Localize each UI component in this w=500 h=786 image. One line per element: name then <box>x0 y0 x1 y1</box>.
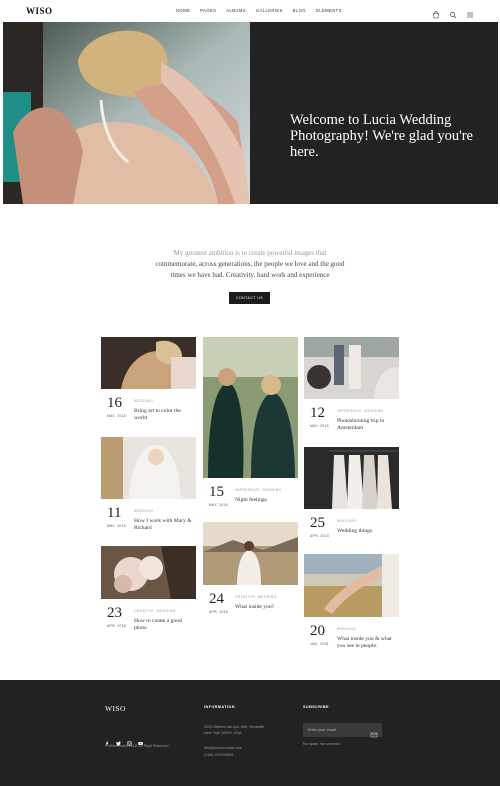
post-title[interactable]: What inside you & what you see in people… <box>337 636 397 650</box>
address-line-2: New York 10010, USA <box>204 731 242 735</box>
contact-us-button[interactable]: CONTACT US <box>229 292 270 304</box>
post-image[interactable] <box>101 546 196 599</box>
post-category[interactable]: CREATIVE, WEDDING <box>235 595 277 599</box>
post-day: 15 <box>209 484 224 500</box>
post-category[interactable]: WEDDING <box>337 627 356 631</box>
post-card[interactable]: 11 MAY, 2018 WEDDING How I work with Mar… <box>101 437 196 537</box>
post-month: APR, 2018 <box>310 534 330 538</box>
post-title[interactable]: Night feelings <box>235 497 293 504</box>
post-title[interactable]: Wedding things <box>337 528 397 535</box>
post-title[interactable]: How to create a good photo <box>134 618 192 632</box>
post-card[interactable]: 25 APR, 2018 WEDDING Wedding things <box>304 447 399 542</box>
main-nav: HOME PAGES ALBUMS GALLERIES BLOG ELEMENT… <box>176 8 352 13</box>
copyright-text: © Wiso Studio 2018. All Right Reserved. <box>105 744 170 748</box>
nav-blog[interactable]: BLOG <box>293 8 306 13</box>
post-category[interactable]: CREATIVE, WEDDING <box>134 609 176 613</box>
post-month: MAY, 2018 <box>209 503 228 507</box>
post-image[interactable] <box>101 337 196 389</box>
post-image[interactable] <box>304 447 399 509</box>
post-card[interactable]: 24 APR, 2018 CREATIVE, WEDDING What insi… <box>203 522 298 617</box>
post-day: 16 <box>107 395 122 411</box>
post-title[interactable]: Photoshooting trip to Amsterdam <box>337 418 397 432</box>
footer-phone[interactable]: (+68) 120034509 <box>204 752 233 758</box>
send-icon[interactable] <box>370 726 378 738</box>
hero-bride-photo <box>3 22 250 204</box>
post-day: 20 <box>310 623 325 639</box>
site-footer <box>0 680 500 786</box>
cart-icon[interactable] <box>432 6 440 19</box>
post-month: APR, 2018 <box>107 624 127 628</box>
nav-galleries[interactable]: GALLERIES <box>256 8 283 13</box>
email-placeholder: Enter your email <box>308 727 336 732</box>
hero-banner: Welcome to Lucia Wedding Photography! We… <box>3 22 498 204</box>
post-image[interactable] <box>304 554 399 617</box>
post-month: MAY, 2018 <box>107 524 126 528</box>
site-header: WISO HOME PAGES ALBUMS GALLERIES BLOG EL… <box>0 0 500 22</box>
site-logo[interactable]: WISO <box>26 6 53 16</box>
instagram-icon[interactable] <box>127 733 132 746</box>
twitter-icon[interactable] <box>116 733 121 746</box>
post-category[interactable]: WEDDING <box>134 399 153 403</box>
nav-home[interactable]: HOME <box>176 8 190 13</box>
no-spam-note: No spam, we promise <box>303 742 340 746</box>
youtube-icon[interactable] <box>138 733 143 745</box>
nav-pages[interactable]: PAGES <box>200 8 216 13</box>
post-month: MAY, 2018 <box>107 414 126 418</box>
post-image[interactable] <box>203 522 298 585</box>
search-icon[interactable] <box>449 6 457 19</box>
post-image[interactable] <box>304 337 399 399</box>
nav-elements[interactable]: ELEMENTS <box>316 8 342 13</box>
footer-email[interactable]: info@yourdomain.com <box>204 745 242 751</box>
subscribe-heading: SUBSCRIBE <box>303 705 329 709</box>
post-day: 24 <box>209 591 224 607</box>
post-month: JAN, 2018 <box>310 642 329 646</box>
intro-line-1: My greatest ambition is to create powerf… <box>173 249 327 257</box>
info-heading: INFORMATION <box>204 705 235 709</box>
post-card[interactable]: 16 MAY, 2018 WEDDING Bring art to color … <box>101 337 196 427</box>
post-card[interactable]: 15 MAY, 2018 IMPRESSIVE, WEDDING Night f… <box>203 337 298 512</box>
post-category[interactable]: WEDDING <box>134 509 153 513</box>
post-day: 25 <box>310 515 325 531</box>
intro-line-2: commemorate, across generations, the peo… <box>155 260 345 268</box>
post-day: 23 <box>107 605 122 621</box>
intro-text: My greatest ambition is to create powerf… <box>140 248 360 281</box>
post-day: 12 <box>310 405 325 421</box>
post-card[interactable]: 12 MAY, 2018 IMPRESSIVE, WEDDING Photosh… <box>304 337 399 437</box>
post-title[interactable]: What inside you? <box>235 604 293 611</box>
post-month: APR, 2018 <box>209 610 229 614</box>
hero-title: Welcome to Lucia Wedding Photography! We… <box>290 112 473 160</box>
menu-icon[interactable] <box>466 6 474 18</box>
header-icons <box>432 6 474 19</box>
post-image[interactable] <box>203 337 298 478</box>
facebook-icon[interactable] <box>105 733 110 746</box>
post-image[interactable] <box>101 437 196 499</box>
post-card[interactable]: 20 JAN, 2018 WEDDING What inside you & w… <box>304 554 399 654</box>
post-title[interactable]: How I work with Mary & Richard <box>134 518 194 532</box>
footer-logo[interactable]: WISO <box>105 704 126 713</box>
nav-albums[interactable]: ALBUMS <box>226 8 246 13</box>
social-links <box>105 733 143 746</box>
intro-line-3: times we have had. Creativity, hard work… <box>170 271 330 279</box>
post-category[interactable]: IMPRESSIVE, WEDDING <box>235 488 282 492</box>
post-category[interactable]: IMPRESSIVE, WEDDING <box>337 409 384 413</box>
post-title[interactable]: Bring art to color the world <box>134 408 192 422</box>
post-card[interactable]: 23 APR, 2018 CREATIVE, WEDDING How to cr… <box>101 546 196 636</box>
post-category[interactable]: WEDDING <box>337 519 356 523</box>
post-month: MAY, 2018 <box>310 424 329 428</box>
post-day: 11 <box>107 505 122 521</box>
subscribe-email-input[interactable]: Enter your email <box>303 723 382 738</box>
